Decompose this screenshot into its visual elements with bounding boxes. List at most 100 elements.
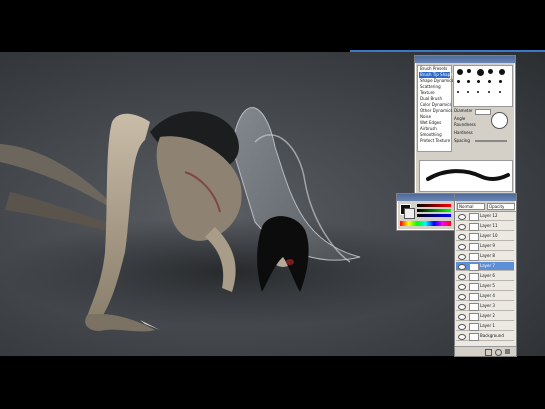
visibility-eye-icon[interactable]	[458, 334, 466, 340]
layer-row[interactable]: Layer 1	[456, 322, 514, 331]
brush-tip-grid[interactable]	[453, 65, 513, 107]
brush-section[interactable]: Dual Brush	[420, 96, 442, 101]
visibility-eye-icon[interactable]	[458, 264, 466, 270]
layer-thumbnail	[469, 283, 479, 291]
visibility-eye-icon[interactable]	[458, 304, 466, 310]
brush-param-label: Roundness	[454, 122, 476, 127]
brush-section[interactable]: Texture	[420, 90, 435, 95]
brush-section[interactable]: Color Dynamics	[420, 102, 451, 107]
visibility-eye-icon[interactable]	[458, 214, 466, 220]
brush-tip[interactable]	[488, 69, 493, 74]
brush-section[interactable]: Other Dynamics	[420, 108, 452, 113]
brush-param-label: Diameter	[454, 108, 473, 113]
visibility-eye-icon[interactable]	[458, 294, 466, 300]
background-color-swatch[interactable]	[404, 208, 415, 219]
brush-tip[interactable]	[499, 69, 505, 75]
brush-tip[interactable]	[499, 80, 502, 83]
red-slider[interactable]	[417, 204, 451, 207]
layer-row[interactable]: Layer 4	[456, 292, 514, 301]
layer-row-selected[interactable]: Layer 7	[456, 262, 514, 271]
layer-row[interactable]: Background	[456, 332, 514, 341]
layer-row[interactable]: Layer 2	[456, 312, 514, 321]
layer-row[interactable]: Layer 8	[456, 252, 514, 261]
brush-section[interactable]: Wet Edges	[420, 120, 441, 125]
brush-tip[interactable]	[477, 80, 480, 83]
layer-name: Layer 2	[480, 313, 495, 318]
layer-thumbnail	[469, 273, 479, 281]
layer-thumbnail	[469, 333, 479, 341]
layer-thumbnail	[469, 213, 479, 221]
brush-param-label: Spacing	[454, 138, 470, 143]
trash-icon[interactable]	[505, 349, 510, 354]
brushes-panel-titlebar[interactable]	[415, 56, 515, 63]
visibility-eye-icon[interactable]	[458, 224, 466, 230]
layer-name: Layer 5	[480, 283, 495, 288]
layer-thumbnail	[469, 233, 479, 241]
brush-tip[interactable]	[457, 91, 459, 93]
layer-name: Layer 7	[480, 263, 495, 268]
brushes-panel: Brush Presets Brush Tip Shape Shape Dyna…	[414, 55, 516, 195]
layer-row[interactable]: Layer 6	[456, 272, 514, 281]
layer-name: Layer 8	[480, 253, 495, 258]
diameter-field[interactable]	[475, 109, 491, 115]
layer-name: Layer 12	[480, 213, 498, 218]
brush-section[interactable]: Smoothing	[420, 132, 442, 137]
color-spectrum-bar[interactable]	[400, 221, 451, 226]
brush-section[interactable]: Brush Tip Shape	[420, 72, 453, 77]
opacity-label: Opacity	[489, 204, 505, 209]
layer-name: Layer 1	[480, 323, 495, 328]
layer-thumbnail	[469, 323, 479, 331]
brush-tip[interactable]	[477, 91, 479, 93]
layer-thumbnail	[469, 293, 479, 301]
layer-thumbnail	[469, 313, 479, 321]
brush-tip[interactable]	[499, 91, 501, 93]
visibility-eye-icon[interactable]	[458, 234, 466, 240]
brush-param-label: Hardness	[454, 130, 473, 135]
layer-name: Layer 10	[480, 233, 498, 238]
brush-settings-list: Brush Presets Brush Tip Shape Shape Dyna…	[417, 65, 454, 152]
brush-tip[interactable]	[457, 80, 460, 83]
brush-section[interactable]: Noise	[420, 114, 431, 119]
layer-name: Layer 4	[480, 293, 495, 298]
opacity-field[interactable]: Opacity	[487, 203, 515, 210]
brush-tip[interactable]	[477, 69, 484, 76]
color-panel-titlebar[interactable]	[397, 194, 455, 201]
brush-angle-widget[interactable]	[491, 112, 508, 129]
new-layer-icon[interactable]	[485, 349, 492, 356]
layer-row[interactable]: Layer 12	[456, 212, 514, 221]
visibility-eye-icon[interactable]	[458, 314, 466, 320]
brush-tip[interactable]	[467, 80, 470, 83]
brush-section[interactable]: Scattering	[420, 84, 441, 89]
layer-row[interactable]: Layer 5	[456, 282, 514, 291]
blue-slider[interactable]	[417, 214, 451, 217]
color-panel	[396, 193, 456, 231]
adjustment-layer-icon[interactable]	[495, 349, 502, 356]
brush-section[interactable]: Shape Dynamics	[420, 78, 454, 83]
layers-panel-titlebar[interactable]	[455, 194, 516, 201]
visibility-eye-icon[interactable]	[458, 244, 466, 250]
visibility-eye-icon[interactable]	[458, 254, 466, 260]
brush-tip[interactable]	[488, 91, 490, 93]
layer-row[interactable]: Layer 3	[456, 302, 514, 311]
layer-name: Layer 6	[480, 273, 495, 278]
brush-section[interactable]: Protect Texture	[420, 138, 450, 143]
brush-tip[interactable]	[488, 80, 491, 83]
brush-tip[interactable]	[467, 69, 471, 73]
visibility-eye-icon[interactable]	[458, 284, 466, 290]
layer-row[interactable]: Layer 10	[456, 232, 514, 241]
layer-name: Layer 11	[480, 223, 498, 228]
layer-list: Layer 12 Layer 11 Layer 10 Layer 9 Layer…	[455, 211, 516, 346]
layers-footer	[455, 346, 516, 356]
layer-row[interactable]: Layer 11	[456, 222, 514, 231]
green-slider[interactable]	[417, 209, 451, 212]
layer-name: Layer 3	[480, 303, 495, 308]
brush-section[interactable]: Airbrush	[420, 126, 437, 131]
visibility-eye-icon[interactable]	[458, 324, 466, 330]
spacing-slider[interactable]	[475, 140, 507, 142]
layer-row[interactable]: Layer 9	[456, 242, 514, 251]
brush-tip[interactable]	[467, 91, 469, 93]
brush-tip[interactable]	[457, 69, 463, 75]
visibility-eye-icon[interactable]	[458, 274, 466, 280]
brush-section[interactable]: Brush Presets	[420, 66, 447, 71]
blend-mode-select[interactable]: Normal	[457, 203, 485, 210]
